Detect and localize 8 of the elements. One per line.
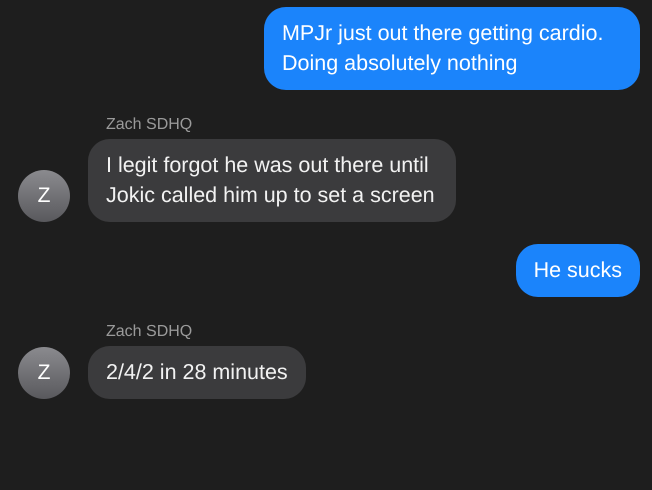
sender-name: Zach SDHQ bbox=[106, 116, 194, 134]
sent-message-bubble: He sucks bbox=[516, 244, 640, 297]
sent-message-bubble: MPJr just out there getting cardio. Doing absolutely nothing bbox=[264, 7, 640, 90]
received-message-bubble: 2/4/2 in 28 minutes bbox=[88, 346, 306, 399]
contact-avatar: Z bbox=[18, 347, 70, 399]
sender-name: Zach SDHQ bbox=[106, 323, 194, 341]
contact-avatar: Z bbox=[18, 170, 70, 222]
received-message-bubble: I legit forgot he was out there until Jokic called him up to set a screen bbox=[88, 139, 456, 222]
